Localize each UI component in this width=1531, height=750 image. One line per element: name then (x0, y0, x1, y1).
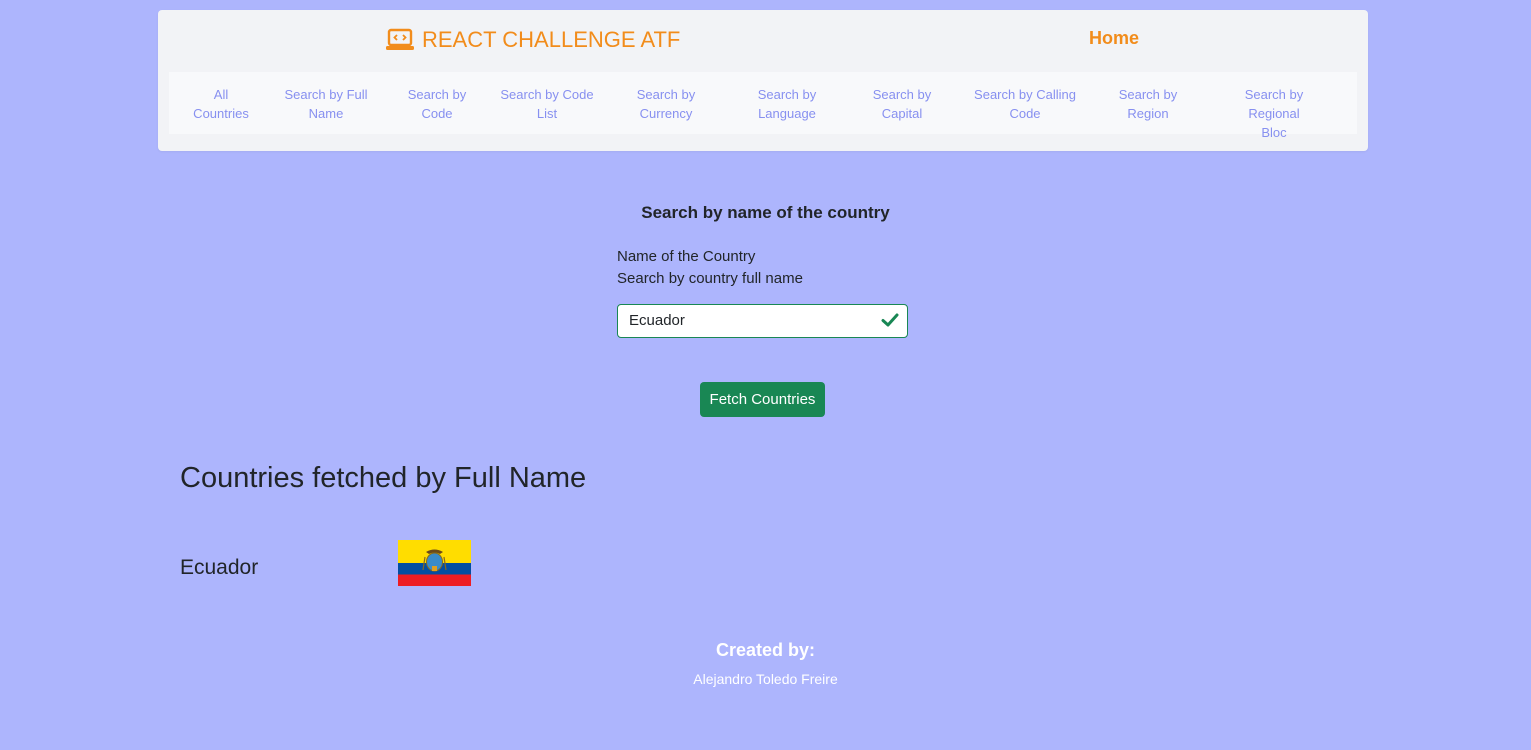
nav-search-capital[interactable]: Search by Capital (873, 85, 932, 123)
nav-search-code-list[interactable]: Search by Code List (500, 85, 593, 123)
results-heading: Countries fetched by Full Name (180, 462, 587, 494)
nav-search-regional-bloc[interactable]: Search by Regional Bloc (1233, 85, 1316, 142)
country-name-helper: Search by country full name (617, 270, 803, 287)
fetch-countries-button[interactable]: Fetch Countries (700, 382, 825, 417)
nav-search-region[interactable]: Search by Region (1119, 85, 1178, 123)
laptop-code-icon (386, 28, 414, 52)
brand-title: REACT CHALLENGE ATF (422, 27, 681, 52)
nav-search-full-name[interactable]: Search by Full Name (284, 85, 367, 123)
country-name-label: Name of the Country (617, 248, 756, 265)
nav-search-language[interactable]: Search by Language (758, 85, 817, 123)
author-name: Alejandro Toledo Freire (693, 671, 838, 687)
country-name-input[interactable] (618, 305, 869, 335)
country-name: Ecuador (180, 556, 259, 579)
top-navbar: REACT CHALLENGE ATF Home All Countries Se… (158, 10, 1368, 151)
home-link[interactable]: Home (1089, 28, 1139, 49)
nav-all-countries[interactable]: All Countries (193, 85, 249, 123)
nav-search-calling-code[interactable]: Search by Calling Code (974, 85, 1076, 123)
check-icon (881, 312, 899, 333)
country-name-field (617, 304, 908, 338)
ecuador-flag-image (398, 540, 471, 586)
form-title: Search by name of the country (641, 203, 890, 222)
nav-search-code[interactable]: Search by Code (408, 85, 467, 123)
nav-search-currency[interactable]: Search by Currency (637, 85, 696, 123)
search-nav: All Countries Search by Full Name Search b… (169, 72, 1357, 140)
created-by-label: Created by: (715, 640, 816, 660)
brand[interactable]: REACT CHALLENGE ATF (386, 26, 680, 54)
